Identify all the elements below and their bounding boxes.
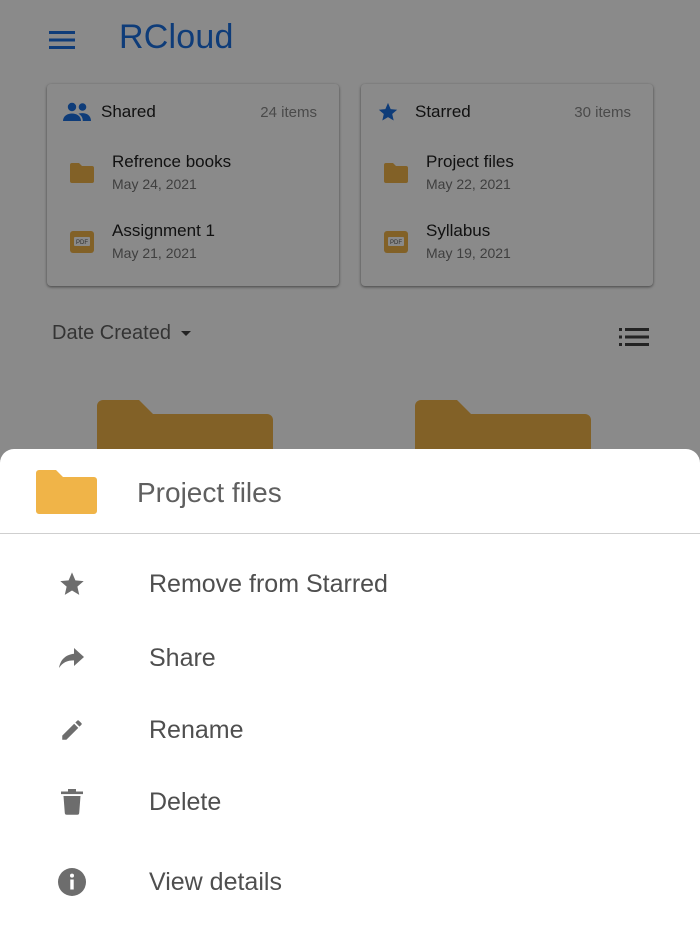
trash-icon (54, 786, 90, 818)
bottom-sheet-header: Project files (0, 449, 700, 534)
action-label: Remove from Starred (149, 570, 388, 598)
action-label: Rename (149, 716, 244, 744)
delete-action[interactable]: Delete (0, 772, 700, 832)
screen: RCloud Shared 24 items Refrence books Ma… (0, 0, 700, 934)
share-action[interactable]: Share (0, 628, 700, 688)
bottom-sheet-title: Project files (137, 477, 282, 508)
bottom-sheet: Project files Remove from Starred Share (0, 449, 700, 934)
action-label: View details (149, 868, 282, 896)
rename-action[interactable]: Rename (0, 700, 700, 760)
view-details-action[interactable]: View details (0, 852, 700, 912)
pencil-icon (54, 714, 90, 746)
info-icon (54, 866, 90, 898)
action-label: Delete (149, 788, 222, 816)
remove-from-starred-action[interactable]: Remove from Starred (0, 554, 700, 614)
folder-icon (36, 470, 97, 514)
star-icon (54, 568, 90, 600)
share-icon (54, 642, 90, 674)
action-label: Share (149, 644, 216, 672)
